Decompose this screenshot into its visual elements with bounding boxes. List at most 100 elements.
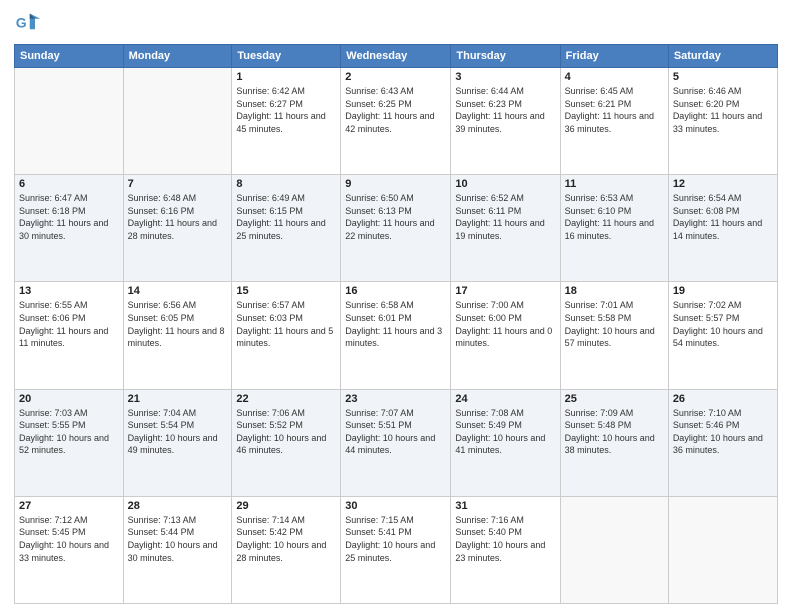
- day-detail: Sunrise: 6:49 AM Sunset: 6:15 PM Dayligh…: [236, 192, 336, 242]
- day-number: 4: [565, 71, 664, 83]
- calendar-cell: 13 Sunrise: 6:55 AM Sunset: 6:06 PM Dayli…: [15, 282, 124, 389]
- calendar-cell: 5 Sunrise: 6:46 AM Sunset: 6:20 PM Daylig…: [668, 68, 777, 175]
- calendar-cell: 14 Sunrise: 6:56 AM Sunset: 6:05 PM Dayli…: [123, 282, 232, 389]
- calendar-cell: 11 Sunrise: 6:53 AM Sunset: 6:10 PM Dayli…: [560, 175, 668, 282]
- calendar-header-wednesday: Wednesday: [341, 45, 451, 68]
- day-number: 18: [565, 285, 664, 297]
- day-number: 26: [673, 393, 773, 405]
- day-number: 10: [455, 178, 555, 190]
- day-number: 20: [19, 393, 119, 405]
- calendar-header-sunday: Sunday: [15, 45, 124, 68]
- day-number: 30: [345, 500, 446, 512]
- day-number: 5: [673, 71, 773, 83]
- day-detail: Sunrise: 6:57 AM Sunset: 6:03 PM Dayligh…: [236, 299, 336, 349]
- calendar-header-friday: Friday: [560, 45, 668, 68]
- calendar-week-row: 20 Sunrise: 7:03 AM Sunset: 5:55 PM Dayli…: [15, 389, 778, 496]
- day-detail: Sunrise: 7:02 AM Sunset: 5:57 PM Dayligh…: [673, 299, 773, 349]
- calendar-cell: 30 Sunrise: 7:15 AM Sunset: 5:41 PM Dayli…: [341, 496, 451, 603]
- day-detail: Sunrise: 6:54 AM Sunset: 6:08 PM Dayligh…: [673, 192, 773, 242]
- calendar-cell: 2Sunrise: 6:43 AM Sunset: 6:25 PM Daylig…: [341, 68, 451, 175]
- calendar-cell: 16Sunrise: 6:58 AM Sunset: 6:01 PM Dayli…: [341, 282, 451, 389]
- day-detail: Sunrise: 7:13 AM Sunset: 5:44 PM Dayligh…: [128, 514, 228, 564]
- calendar: SundayMondayTuesdayWednesdayThursdayFrid…: [14, 44, 778, 604]
- calendar-cell: 28 Sunrise: 7:13 AM Sunset: 5:44 PM Dayli…: [123, 496, 232, 603]
- day-detail: Sunrise: 7:07 AM Sunset: 5:51 PM Dayligh…: [345, 407, 446, 457]
- day-number: 29: [236, 500, 336, 512]
- calendar-cell: 24 Sunrise: 7:08 AM Sunset: 5:49 PM Dayli…: [451, 389, 560, 496]
- day-detail: Sunrise: 7:03 AM Sunset: 5:55 PM Dayligh…: [19, 407, 119, 457]
- calendar-header-tuesday: Tuesday: [232, 45, 341, 68]
- calendar-cell: 7Sunrise: 6:48 AM Sunset: 6:16 PM Daylig…: [123, 175, 232, 282]
- calendar-cell: 6 Sunrise: 6:47 AM Sunset: 6:18 PM Daylig…: [15, 175, 124, 282]
- day-detail: Sunrise: 6:50 AM Sunset: 6:13 PM Dayligh…: [345, 192, 446, 242]
- calendar-week-row: 1Sunrise: 6:42 AM Sunset: 6:27 PM Daylig…: [15, 68, 778, 175]
- calendar-cell: [15, 68, 124, 175]
- day-number: 28: [128, 500, 228, 512]
- calendar-cell: 21 Sunrise: 7:04 AM Sunset: 5:54 PM Dayli…: [123, 389, 232, 496]
- day-detail: Sunrise: 6:53 AM Sunset: 6:10 PM Dayligh…: [565, 192, 664, 242]
- day-number: 22: [236, 393, 336, 405]
- calendar-cell: 26 Sunrise: 7:10 AM Sunset: 5:46 PM Dayli…: [668, 389, 777, 496]
- calendar-cell: [668, 496, 777, 603]
- calendar-cell: 20 Sunrise: 7:03 AM Sunset: 5:55 PM Dayli…: [15, 389, 124, 496]
- day-detail: Sunrise: 6:55 AM Sunset: 6:06 PM Dayligh…: [19, 299, 119, 349]
- day-detail: Sunrise: 7:00 AM Sunset: 6:00 PM Dayligh…: [455, 299, 555, 349]
- day-number: 1: [236, 71, 336, 83]
- calendar-cell: 1Sunrise: 6:42 AM Sunset: 6:27 PM Daylig…: [232, 68, 341, 175]
- logo-icon: G: [14, 10, 42, 38]
- day-number: 15: [236, 285, 336, 297]
- page: G SundayMondayTuesdayWednesdayThursdayFr…: [0, 0, 792, 612]
- day-number: 8: [236, 178, 336, 190]
- day-number: 25: [565, 393, 664, 405]
- day-detail: Sunrise: 6:47 AM Sunset: 6:18 PM Dayligh…: [19, 192, 119, 242]
- day-detail: Sunrise: 6:52 AM Sunset: 6:11 PM Dayligh…: [455, 192, 555, 242]
- day-detail: Sunrise: 7:08 AM Sunset: 5:49 PM Dayligh…: [455, 407, 555, 457]
- day-number: 3: [455, 71, 555, 83]
- calendar-week-row: 13 Sunrise: 6:55 AM Sunset: 6:06 PM Dayli…: [15, 282, 778, 389]
- day-number: 6: [19, 178, 119, 190]
- calendar-header-thursday: Thursday: [451, 45, 560, 68]
- calendar-week-row: 27Sunrise: 7:12 AM Sunset: 5:45 PM Dayli…: [15, 496, 778, 603]
- calendar-cell: 29 Sunrise: 7:14 AM Sunset: 5:42 PM Dayli…: [232, 496, 341, 603]
- calendar-cell: 22 Sunrise: 7:06 AM Sunset: 5:52 PM Dayli…: [232, 389, 341, 496]
- day-detail: Sunrise: 7:04 AM Sunset: 5:54 PM Dayligh…: [128, 407, 228, 457]
- calendar-cell: 15 Sunrise: 6:57 AM Sunset: 6:03 PM Dayli…: [232, 282, 341, 389]
- day-detail: Sunrise: 7:06 AM Sunset: 5:52 PM Dayligh…: [236, 407, 336, 457]
- day-detail: Sunrise: 6:56 AM Sunset: 6:05 PM Dayligh…: [128, 299, 228, 349]
- day-detail: Sunrise: 7:09 AM Sunset: 5:48 PM Dayligh…: [565, 407, 664, 457]
- day-number: 12: [673, 178, 773, 190]
- calendar-cell: [560, 496, 668, 603]
- day-detail: Sunrise: 7:14 AM Sunset: 5:42 PM Dayligh…: [236, 514, 336, 564]
- calendar-cell: 10 Sunrise: 6:52 AM Sunset: 6:11 PM Dayli…: [451, 175, 560, 282]
- day-number: 2: [345, 71, 446, 83]
- day-detail: Sunrise: 6:58 AM Sunset: 6:01 PM Dayligh…: [345, 299, 446, 349]
- calendar-cell: 27Sunrise: 7:12 AM Sunset: 5:45 PM Dayli…: [15, 496, 124, 603]
- day-number: 11: [565, 178, 664, 190]
- day-detail: Sunrise: 7:01 AM Sunset: 5:58 PM Dayligh…: [565, 299, 664, 349]
- day-detail: Sunrise: 7:15 AM Sunset: 5:41 PM Dayligh…: [345, 514, 446, 564]
- calendar-cell: [123, 68, 232, 175]
- day-number: 14: [128, 285, 228, 297]
- day-detail: Sunrise: 6:46 AM Sunset: 6:20 PM Dayligh…: [673, 85, 773, 135]
- calendar-header-saturday: Saturday: [668, 45, 777, 68]
- day-number: 27: [19, 500, 119, 512]
- day-number: 7: [128, 178, 228, 190]
- calendar-week-row: 6 Sunrise: 6:47 AM Sunset: 6:18 PM Daylig…: [15, 175, 778, 282]
- calendar-cell: 3 Sunrise: 6:44 AM Sunset: 6:23 PM Daylig…: [451, 68, 560, 175]
- calendar-cell: 12 Sunrise: 6:54 AM Sunset: 6:08 PM Dayli…: [668, 175, 777, 282]
- day-detail: Sunrise: 6:44 AM Sunset: 6:23 PM Dayligh…: [455, 85, 555, 135]
- day-number: 21: [128, 393, 228, 405]
- day-number: 24: [455, 393, 555, 405]
- day-detail: Sunrise: 6:45 AM Sunset: 6:21 PM Dayligh…: [565, 85, 664, 135]
- calendar-cell: 31 Sunrise: 7:16 AM Sunset: 5:40 PM Dayli…: [451, 496, 560, 603]
- day-number: 9: [345, 178, 446, 190]
- day-number: 13: [19, 285, 119, 297]
- header: G: [14, 10, 778, 38]
- calendar-cell: 19Sunrise: 7:02 AM Sunset: 5:57 PM Dayli…: [668, 282, 777, 389]
- svg-text:G: G: [16, 15, 27, 31]
- day-number: 31: [455, 500, 555, 512]
- day-number: 23: [345, 393, 446, 405]
- day-number: 17: [455, 285, 555, 297]
- day-detail: Sunrise: 7:10 AM Sunset: 5:46 PM Dayligh…: [673, 407, 773, 457]
- day-detail: Sunrise: 7:16 AM Sunset: 5:40 PM Dayligh…: [455, 514, 555, 564]
